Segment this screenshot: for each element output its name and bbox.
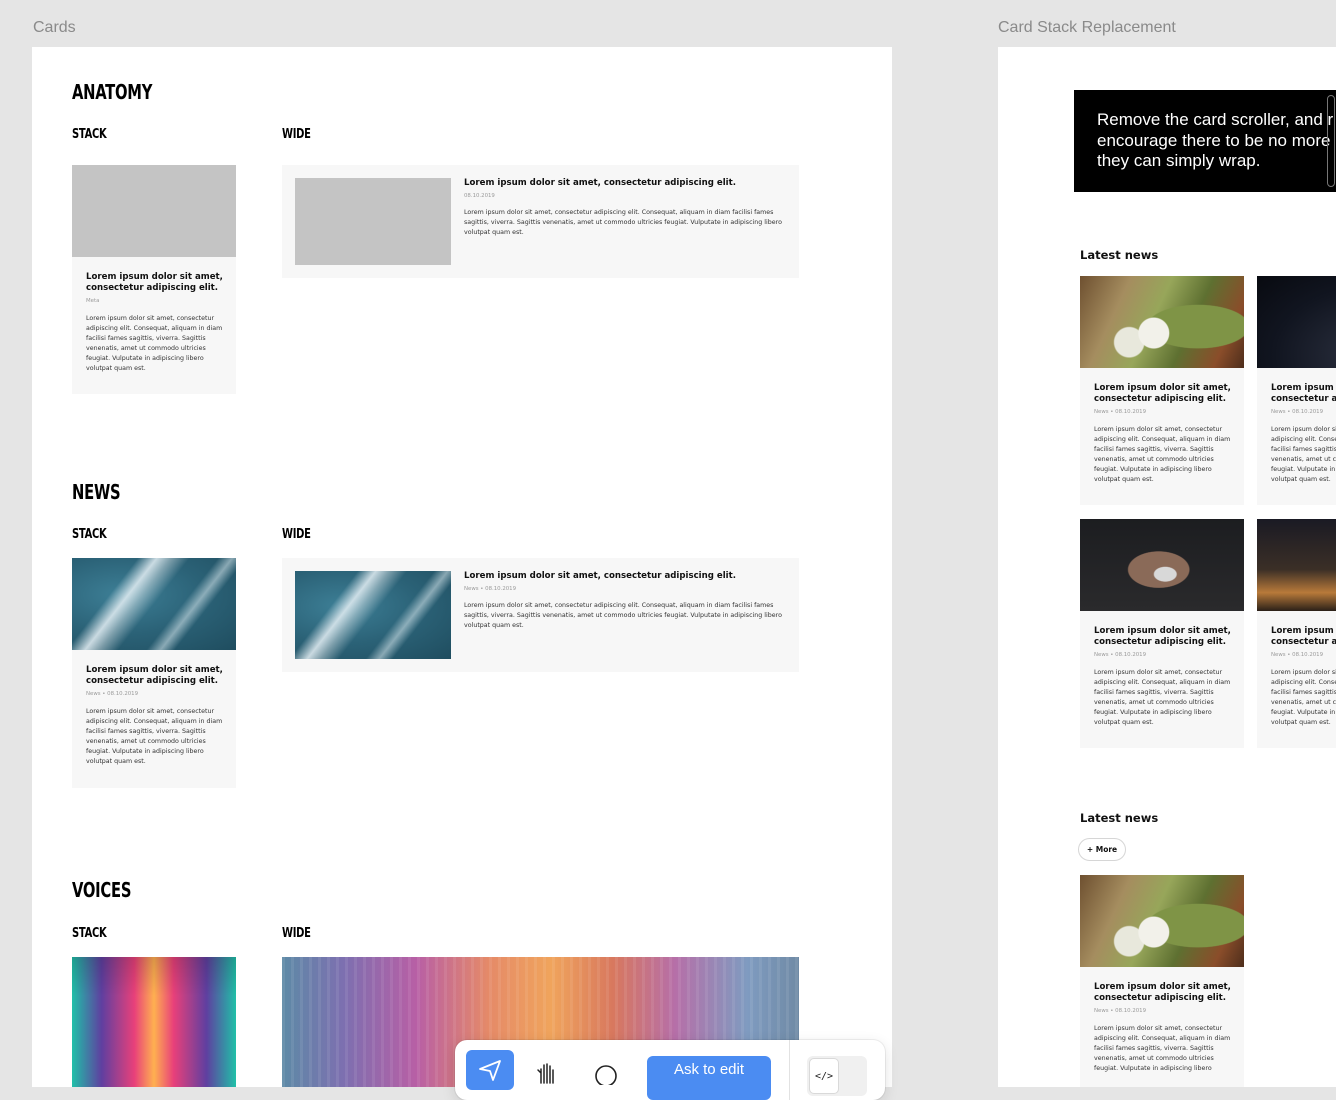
comment-icon	[595, 1065, 617, 1085]
move-tool-button[interactable]	[466, 1050, 514, 1090]
latest-news-heading: Latest news	[1080, 811, 1159, 825]
news-card[interactable]: Lorem ipsum dolor sit amet, consectetur …	[1257, 519, 1336, 748]
card-body: Lorem ipsum dolor sit amet, consectetur …	[1094, 1025, 1231, 1072]
comment-tool-button[interactable]	[586, 1054, 626, 1090]
card-title: Lorem ipsum dolor sit amet, consectetur …	[1094, 383, 1231, 404]
dev-mode-toggle[interactable]: </>	[807, 1056, 867, 1096]
card-title: Lorem ipsum dolor sit amet, consectetur …	[464, 571, 736, 581]
anatomy-stack-card[interactable]: Lorem ipsum dolor sit amet, consectetur …	[72, 165, 236, 394]
news-card[interactable]: Lorem ipsum dolor sit amet, consectetur …	[1080, 519, 1244, 748]
card-meta: News • 08.10.2019	[1094, 652, 1147, 658]
news-card[interactable]: Lorem ipsum dolor sit amet, consectetur …	[1080, 276, 1244, 505]
card-stack-replacement-frame[interactable]: Remove the card scroller, and r encourag…	[998, 47, 1336, 1087]
ocean-wave-image	[72, 558, 236, 650]
card-title: Lorem ipsum dolor sit amet, consectetur …	[86, 272, 223, 293]
card-body: Lorem ipsum dolor sit amet, consectetur …	[86, 708, 223, 765]
anatomy-heading: ANATOMY	[72, 80, 153, 104]
card-body: Lorem ipsum dolor sit amet, consectetur …	[1094, 669, 1231, 726]
voices-wide-label: WIDE	[282, 926, 311, 941]
bottom-toolbar: Ask to edit </>	[455, 1040, 885, 1100]
hand-tool-button[interactable]	[526, 1054, 566, 1090]
anatomy-wide-card[interactable]: Lorem ipsum dolor sit amet, consectetur …	[282, 165, 799, 278]
card-title: Lorem ipsum dolor sit amet, consectetur …	[1271, 626, 1336, 647]
card-body: Lorem ipsum dolor sit amet, consectetur …	[86, 315, 223, 372]
hands-cup-image	[1080, 519, 1244, 611]
card-body: Lorem ipsum dolor sit amet, consectetur …	[464, 602, 782, 629]
image-placeholder	[295, 178, 451, 265]
card-meta: Meta	[86, 298, 100, 304]
market-vegetables-image	[1080, 875, 1244, 967]
cursor-arrow-icon	[479, 1060, 501, 1081]
code-icon: </>	[809, 1058, 839, 1094]
news-heading: NEWS	[72, 480, 121, 504]
news-stack-card[interactable]: Lorem ipsum dolor sit amet, consectetur …	[72, 558, 236, 788]
card-body: Lorem ipsum dolor sit amet, consectetur …	[1094, 426, 1231, 483]
news-wide-card[interactable]: Lorem ipsum dolor sit amet, consectetur …	[282, 558, 799, 672]
card-title: Lorem ipsum dolor sit amet, consectetur …	[464, 178, 736, 188]
latest-news-heading: Latest news	[1080, 248, 1159, 262]
card-body: Lorem ipsum dolor sit amet, consectetur …	[464, 209, 782, 236]
city-street-image	[1257, 519, 1336, 611]
canvas: { "frames": { "cards_label": "Cards", "r…	[0, 0, 1336, 1100]
voices-heading: VOICES	[72, 878, 132, 902]
card-title: Lorem ipsum dolor sit amet, consectetur …	[1094, 982, 1231, 1003]
card-body: Lorem ipsum dolor sit amet, consectetur …	[1271, 669, 1336, 726]
news-wide-label: WIDE	[282, 527, 311, 542]
card-meta: News • 08.10.2019	[1094, 1008, 1147, 1014]
cards-frame[interactable]: ANATOMY STACK WIDE Lorem ipsum dolor sit…	[32, 47, 892, 1087]
card-title: Lorem ipsum dolor sit amet, consectetur …	[1271, 383, 1336, 404]
callout-note[interactable]: Remove the card scroller, and r encourag…	[1074, 90, 1336, 192]
voices-stack-label: STACK	[72, 926, 107, 941]
news-card[interactable]: Lorem ipsum dolor sit amet, consectetur …	[1080, 875, 1244, 1087]
image-placeholder	[72, 165, 236, 257]
card-meta: News • 08.10.2019	[1271, 409, 1324, 415]
anatomy-stack-label: STACK	[72, 127, 107, 142]
more-button[interactable]: + More	[1078, 838, 1126, 861]
card-meta: News • 08.10.2019	[464, 586, 517, 592]
ask-to-edit-button[interactable]: Ask to edit	[647, 1056, 771, 1100]
card-meta: News • 08.10.2019	[86, 691, 139, 697]
frame-label-cards[interactable]: Cards	[33, 19, 76, 37]
market-vegetables-image	[1080, 276, 1244, 368]
card-body: Lorem ipsum dolor sit amet, consectetur …	[1271, 426, 1336, 483]
card-meta: 08.10.2019	[464, 193, 495, 199]
card-meta: News • 08.10.2019	[1094, 409, 1147, 415]
ocean-wave-image	[295, 571, 451, 659]
card-title: Lorem ipsum dolor sit amet, consectetur …	[1094, 626, 1231, 647]
hand-icon	[537, 1063, 554, 1084]
news-card[interactable]: Lorem ipsum dolor sit amet, consectetur …	[1257, 276, 1336, 505]
toolbar-divider	[789, 1040, 790, 1100]
card-title: Lorem ipsum dolor sit amet, consectetur …	[86, 665, 223, 686]
frame-label-card-stack-replacement[interactable]: Card Stack Replacement	[998, 19, 1176, 37]
news-stack-label: STACK	[72, 527, 107, 542]
callout-text: Remove the card scroller, and r encourag…	[1097, 110, 1336, 170]
neon-corridor-image[interactable]	[72, 957, 236, 1087]
anatomy-wide-label: WIDE	[282, 127, 311, 142]
night-sky-image	[1257, 276, 1336, 368]
text-cursor-box	[1327, 95, 1335, 187]
card-meta: News • 08.10.2019	[1271, 652, 1324, 658]
